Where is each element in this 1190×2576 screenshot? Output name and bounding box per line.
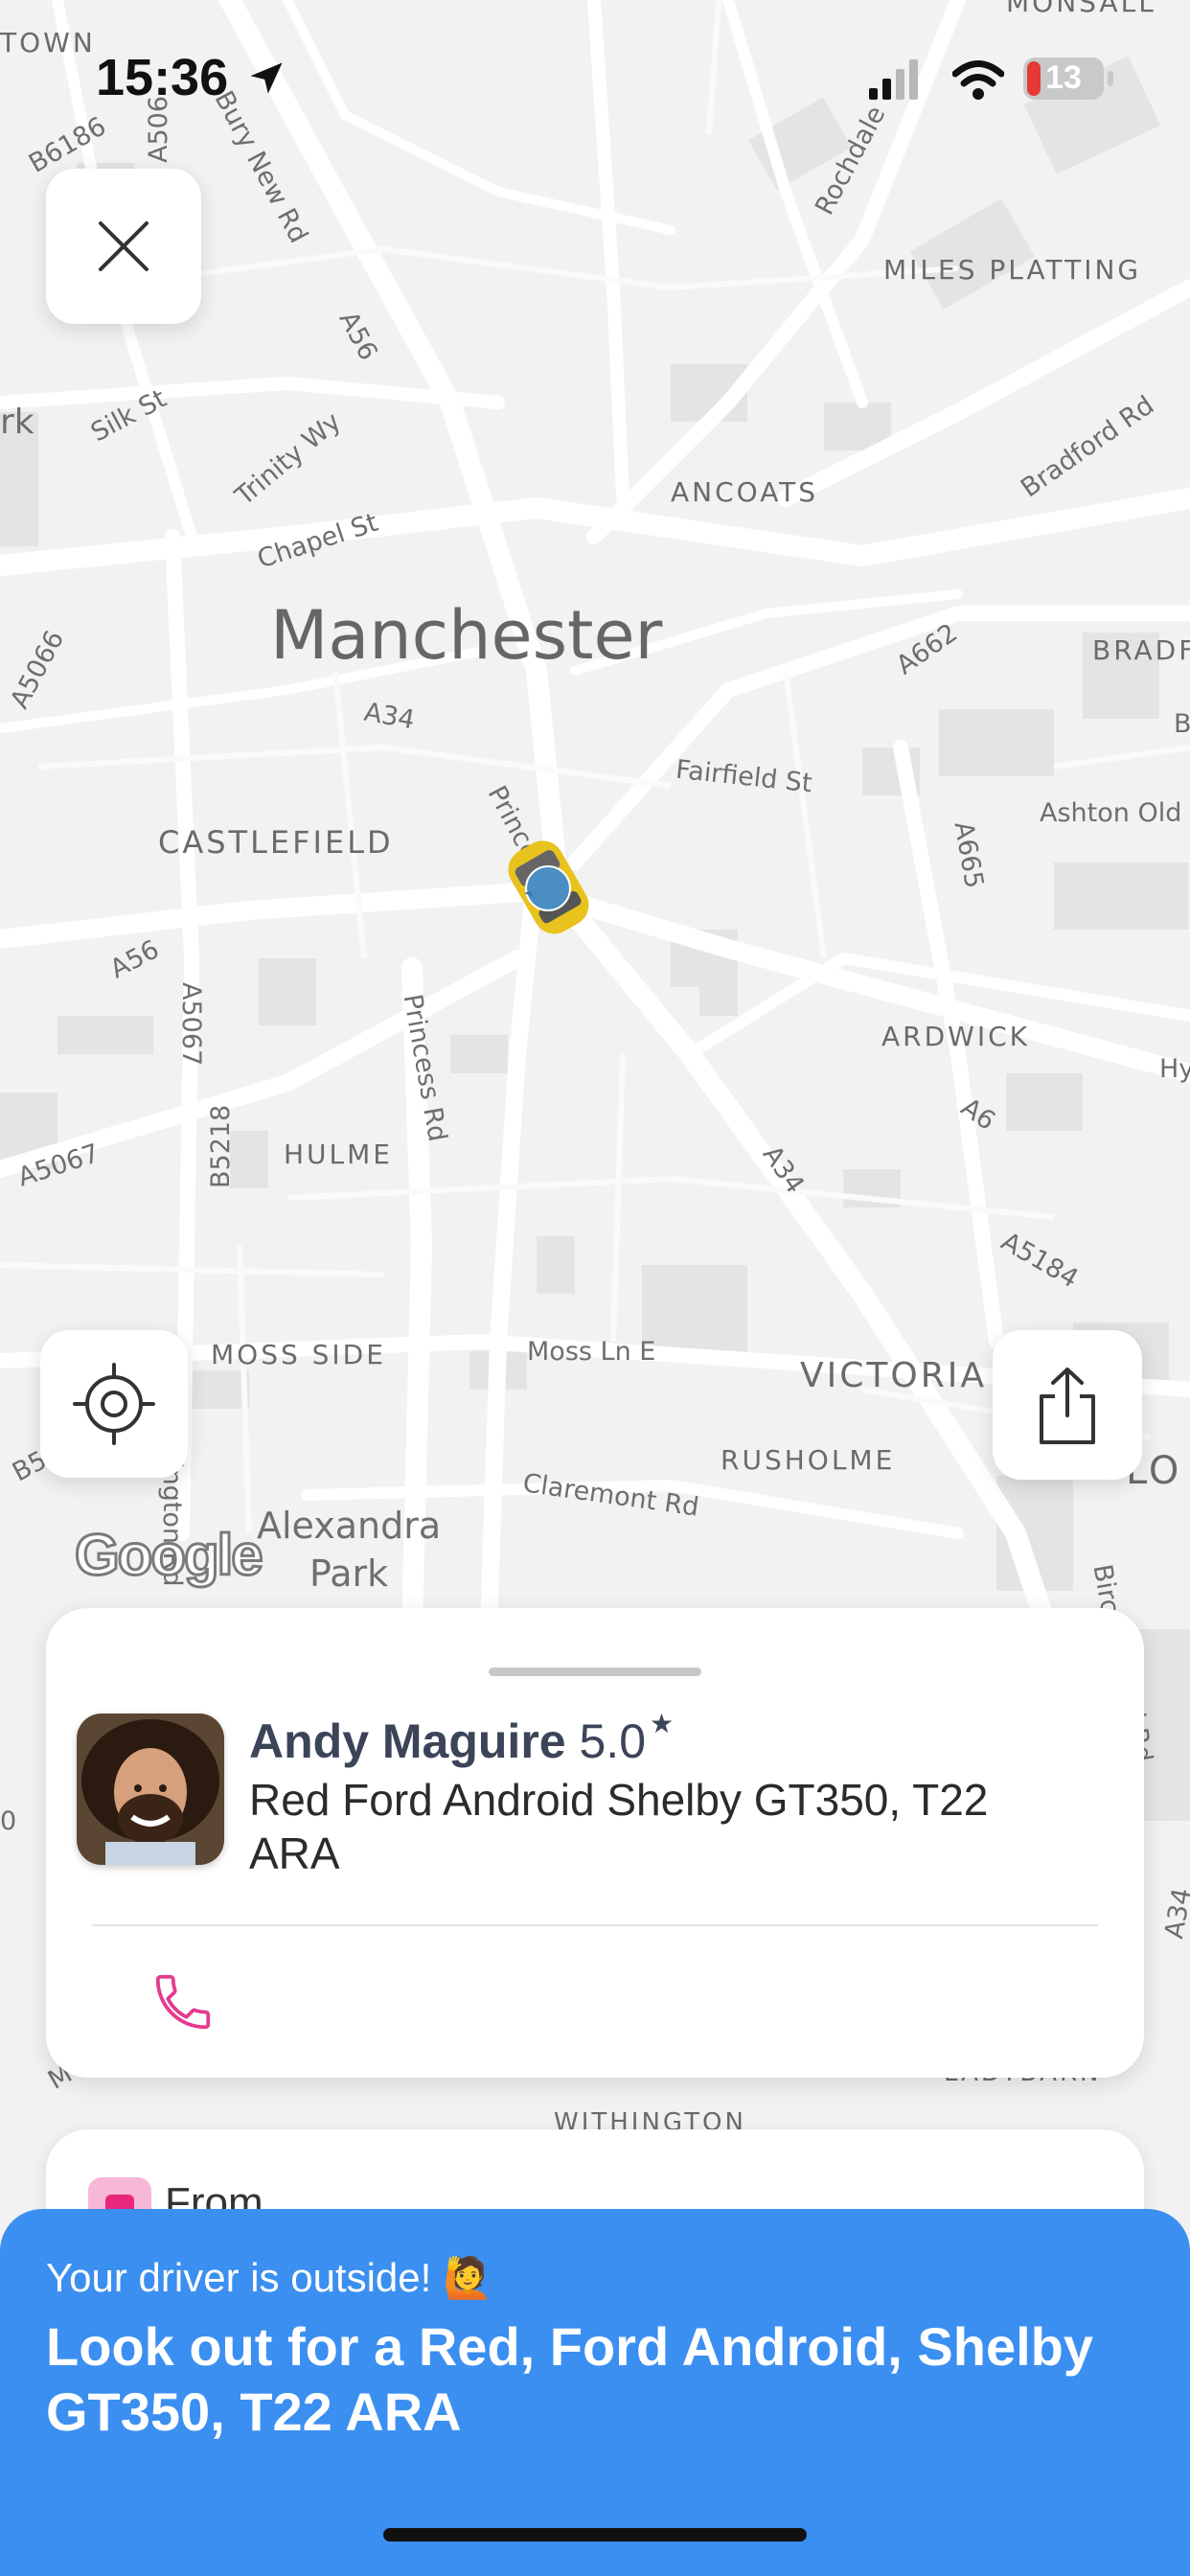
- location-arrow-icon: [250, 62, 283, 94]
- driver-card[interactable]: Andy Maguire 5.0 ★ Red Ford Android Shelb…: [46, 1608, 1144, 2078]
- map-park-label: Alexandra Park: [257, 1502, 441, 1598]
- map-district-label: MOSS SIDE: [211, 1339, 386, 1370]
- map-road-label: A5067: [176, 982, 206, 1067]
- map-road-label: B: [1174, 709, 1190, 739]
- google-attribution: Google: [74, 1522, 265, 1589]
- map-road-label: 0: [0, 1806, 17, 1836]
- driver-arrived-banner: Your driver is outside! 🙋 Look out for a…: [0, 2209, 1190, 2576]
- phone-icon: [155, 1974, 211, 2030]
- car-icon: [508, 840, 589, 934]
- map-district-label: VICTORIA: [800, 1356, 987, 1395]
- battery-tip: [1108, 71, 1113, 86]
- signal-icon: [869, 59, 918, 100]
- map-district-label: RUSHOLME: [721, 1444, 896, 1476]
- vehicle-description: Red Ford Android Shelby GT350, T22 ARA: [249, 1775, 989, 1878]
- battery-percent: 13: [1045, 59, 1082, 96]
- banner-message: Look out for a Red, Ford Android, Shelby…: [46, 2316, 1094, 2442]
- map-city-label: Manchester: [270, 596, 663, 675]
- map-district-label: ANCOATS: [671, 476, 819, 508]
- map-road-label: Hy: [1159, 1054, 1190, 1084]
- map-district-label: ARDWICK: [881, 1021, 1031, 1052]
- share-button[interactable]: [993, 1330, 1142, 1480]
- map-district-label: MONSALL: [1006, 0, 1156, 18]
- map-park-label-line1: Alexandra: [257, 1505, 442, 1547]
- driver-rating: 5.0: [579, 1714, 647, 1768]
- map-park-label-line2: Park: [309, 1552, 389, 1595]
- map-road-label: Ashton Old: [1040, 798, 1182, 828]
- rating-star-icon: ★: [650, 1709, 675, 1738]
- share-icon: [1040, 1368, 1095, 1444]
- drag-handle[interactable]: [489, 1668, 701, 1676]
- map-road-label: B5218: [206, 1104, 236, 1188]
- banner-subtitle: Your driver is outside! 🙋: [46, 2255, 493, 2300]
- driver-avatar-image: [77, 1714, 224, 1865]
- wifi-icon: [952, 60, 1004, 100]
- divider: [92, 1924, 1098, 1926]
- home-indicator[interactable]: [383, 2528, 807, 2542]
- map-road-label: Moss Ln E: [527, 1337, 656, 1367]
- close-button[interactable]: [46, 169, 201, 324]
- battery-icon: 13: [1023, 58, 1113, 100]
- close-icon: [99, 221, 149, 271]
- recenter-button[interactable]: [40, 1330, 188, 1478]
- status-bar: 15:36 13: [0, 38, 1190, 125]
- crosshair-icon: [73, 1363, 155, 1445]
- map-district-label: MILES PLATTING: [883, 254, 1142, 286]
- call-driver-button[interactable]: [149, 1968, 217, 2036]
- map-district-label: HULME: [284, 1138, 393, 1170]
- driver-name-row: Andy Maguire 5.0 ★: [249, 1709, 674, 1769]
- map-district-label: BRADF: [1092, 634, 1190, 666]
- avatar: [77, 1714, 224, 1865]
- map-road-label: rk: [0, 402, 34, 442]
- map-district-label: CASTLEFIELD: [158, 824, 394, 861]
- driver-name: Andy Maguire: [249, 1714, 566, 1768]
- status-time: 15:36: [96, 49, 229, 106]
